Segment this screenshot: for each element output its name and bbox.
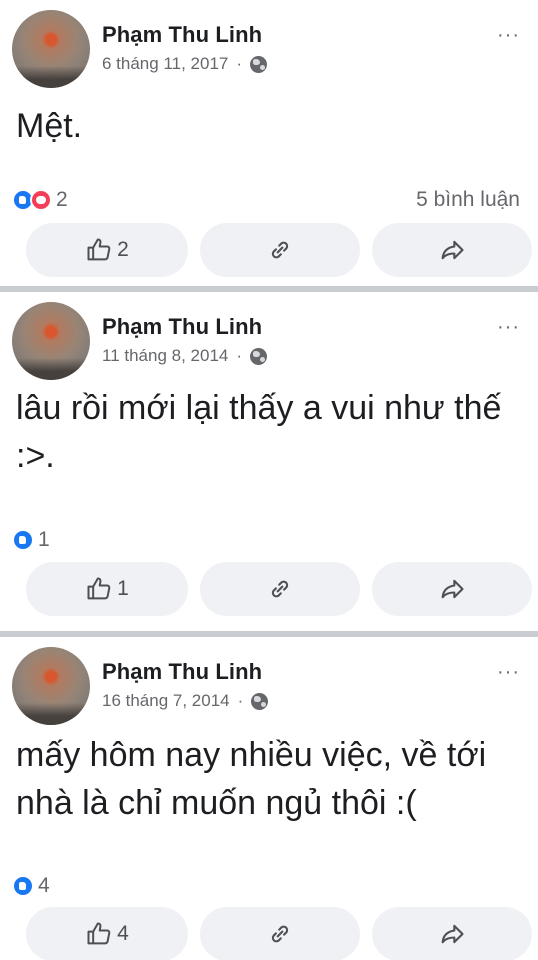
share-button[interactable] bbox=[372, 223, 532, 277]
author-name[interactable]: Phạm Thu Linh bbox=[102, 314, 262, 340]
thumbs-up-icon bbox=[87, 577, 111, 600]
reaction-count: 1 bbox=[38, 528, 50, 551]
more-icon[interactable]: ··· bbox=[497, 25, 520, 45]
meta-dot: · bbox=[237, 691, 244, 710]
like-icon bbox=[12, 529, 34, 551]
like-button[interactable]: 2 bbox=[26, 223, 188, 277]
reactions-summary[interactable]: 4 bbox=[12, 874, 50, 898]
like-button[interactable]: 1 bbox=[26, 562, 188, 616]
copy-link-button[interactable] bbox=[200, 223, 360, 277]
post: Phạm Thu Linh 11 tháng 8, 2014 · ··· lâu… bbox=[0, 292, 538, 631]
author-name[interactable]: Phạm Thu Linh bbox=[102, 659, 262, 685]
post-meta: 11 tháng 8, 2014 · bbox=[102, 346, 268, 366]
thumbs-up-icon bbox=[87, 922, 111, 945]
share-icon bbox=[441, 240, 464, 260]
action-bar: 1 bbox=[0, 562, 538, 616]
reactions-summary[interactable]: 2 bbox=[12, 188, 68, 212]
reaction-count: 4 bbox=[38, 874, 50, 897]
link-icon bbox=[271, 580, 289, 598]
avatar[interactable] bbox=[12, 10, 90, 88]
more-icon[interactable]: ··· bbox=[497, 662, 520, 682]
meta-dot: · bbox=[236, 54, 243, 73]
like-count: 2 bbox=[117, 238, 129, 261]
avatar[interactable] bbox=[12, 647, 90, 725]
post-date[interactable]: 16 tháng 7, 2014 bbox=[102, 691, 230, 711]
copy-link-button[interactable] bbox=[200, 562, 360, 616]
link-icon bbox=[271, 925, 289, 943]
globe-icon bbox=[250, 347, 268, 365]
post-date[interactable]: 11 tháng 8, 2014 bbox=[102, 346, 228, 366]
reactions-summary[interactable]: 1 bbox=[12, 528, 50, 552]
meta-dot: · bbox=[236, 346, 243, 365]
action-bar: 2 bbox=[0, 223, 538, 277]
post-meta: 16 tháng 7, 2014 · bbox=[102, 691, 269, 711]
share-icon bbox=[441, 579, 464, 599]
globe-icon bbox=[251, 692, 269, 710]
post-text: lâu rồi mới lại thấy a vui như thế :>. bbox=[16, 389, 502, 475]
reaction-count: 2 bbox=[56, 188, 68, 211]
globe-icon bbox=[250, 55, 268, 73]
action-bar: 4 bbox=[0, 907, 538, 960]
avatar[interactable] bbox=[12, 302, 90, 380]
link-icon bbox=[271, 241, 289, 259]
more-icon[interactable]: ··· bbox=[497, 317, 520, 337]
like-count: 1 bbox=[117, 577, 129, 600]
post: Phạm Thu Linh 6 tháng 11, 2017 · ··· Mệt… bbox=[0, 0, 538, 286]
thumbs-up-icon bbox=[87, 238, 111, 261]
love-icon bbox=[30, 189, 52, 211]
post-text: mấy hôm nay nhiều việc, về tới nhà là ch… bbox=[16, 736, 487, 822]
post-text: Mệt. bbox=[16, 107, 83, 145]
post: Phạm Thu Linh 16 tháng 7, 2014 · ··· mấy… bbox=[0, 637, 538, 960]
share-button[interactable] bbox=[372, 562, 532, 616]
post-meta: 6 tháng 11, 2017 · bbox=[102, 54, 268, 74]
share-icon bbox=[441, 924, 464, 944]
share-button[interactable] bbox=[372, 907, 532, 960]
author-name[interactable]: Phạm Thu Linh bbox=[102, 22, 262, 48]
comments-count[interactable]: 5 bình luận bbox=[416, 188, 520, 212]
post-date[interactable]: 6 tháng 11, 2017 bbox=[102, 54, 228, 74]
copy-link-button[interactable] bbox=[200, 907, 360, 960]
like-count: 4 bbox=[117, 922, 129, 945]
like-icon bbox=[12, 875, 34, 897]
like-button[interactable]: 4 bbox=[26, 907, 188, 960]
